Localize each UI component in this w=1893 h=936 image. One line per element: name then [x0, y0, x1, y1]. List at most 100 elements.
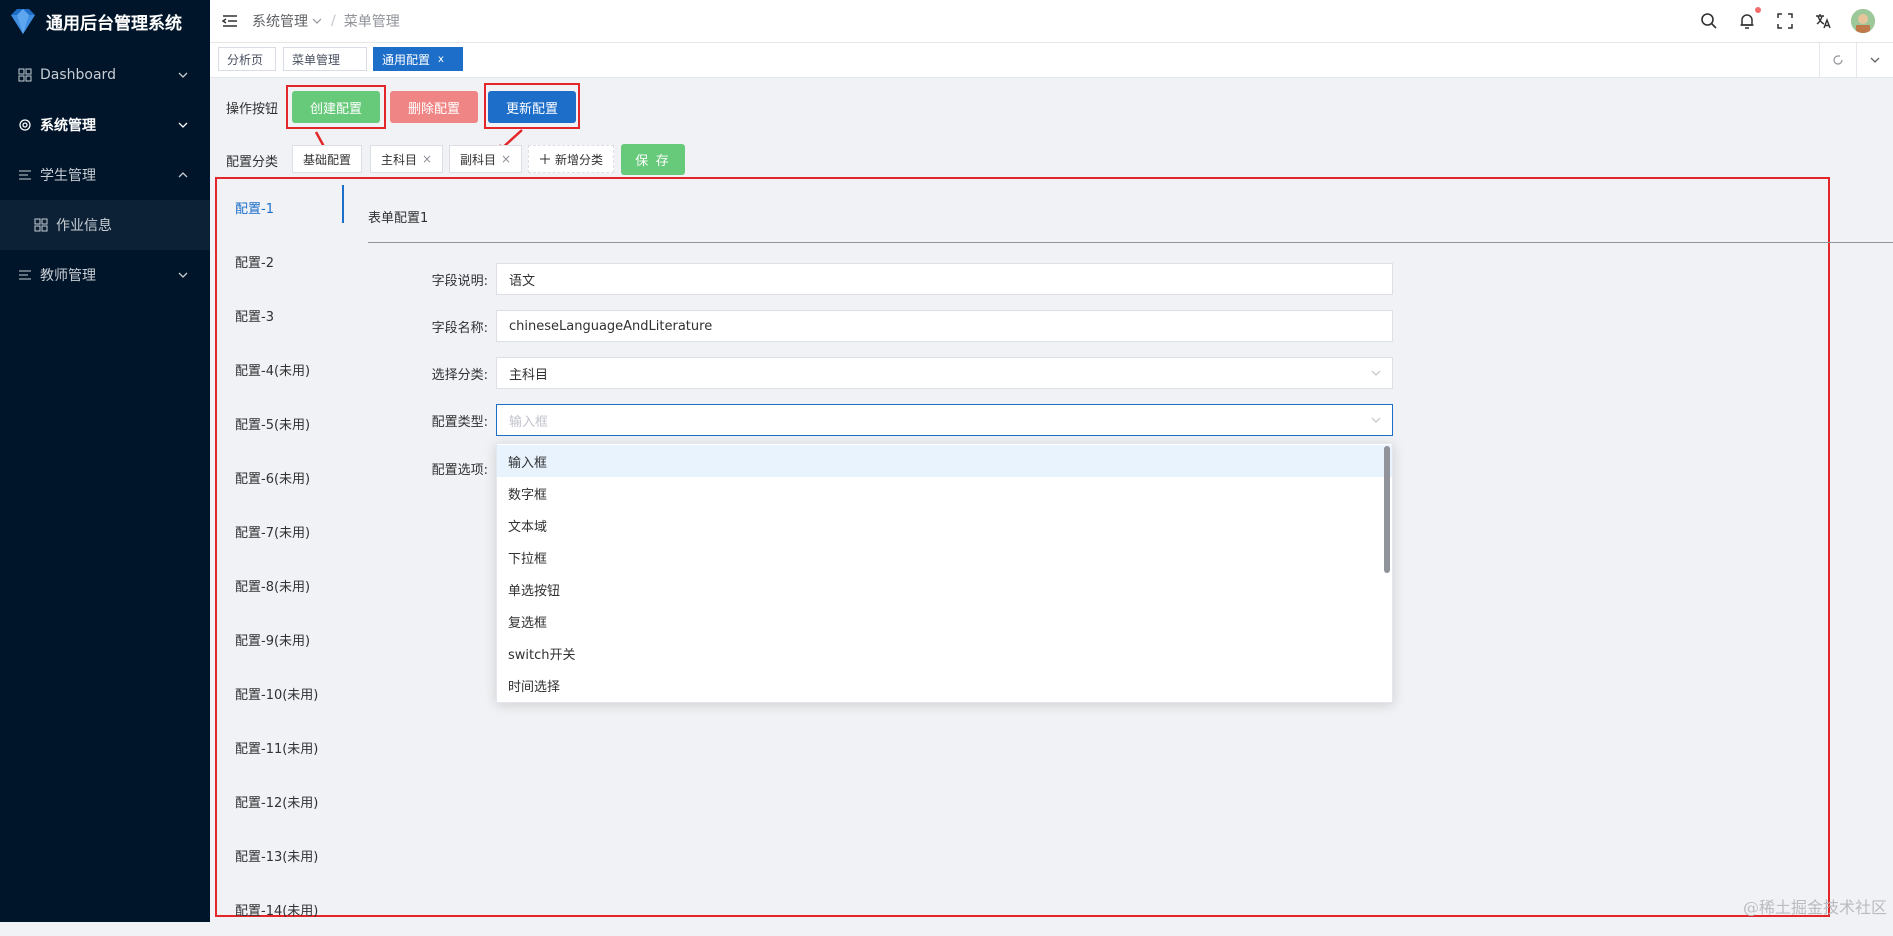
create-config-button[interactable]: 创建配置: [292, 91, 380, 123]
sidebar-item-label: 学生管理: [40, 168, 96, 184]
sidebar-menu: Dashboard 系统管理 学生管理 作业信息 教师管理: [0, 50, 210, 300]
category-select-label: 选择分类:: [431, 368, 488, 383]
refresh-button[interactable]: [1819, 43, 1856, 77]
dropdown-option[interactable]: 下拉框: [497, 541, 1392, 573]
tags-view: 分析页 菜单管理 通用配置 x: [210, 43, 1893, 78]
tag-close-icon[interactable]: x: [438, 54, 444, 65]
category-tag-minor[interactable]: 副科目 ×: [449, 145, 523, 173]
active-tab-indicator: [342, 185, 344, 223]
chevron-down-icon: [1371, 370, 1381, 376]
close-icon[interactable]: ×: [422, 152, 432, 166]
save-button[interactable]: 保 存: [621, 144, 685, 175]
update-config-button[interactable]: 更新配置: [488, 91, 576, 123]
dropdown-option[interactable]: 文本域: [497, 509, 1392, 541]
menu-fold-icon[interactable]: [220, 11, 240, 31]
translate-icon[interactable]: [1813, 11, 1833, 31]
chevron-down-icon: [312, 18, 322, 24]
category-tag-label: 基础配置: [303, 152, 352, 167]
plus-icon: [540, 154, 550, 164]
sidebar-item-label: 教师管理: [40, 268, 96, 284]
gear-icon: [16, 116, 34, 134]
list-icon: [16, 166, 34, 184]
grid-icon: [16, 66, 34, 84]
type-select[interactable]: 输入框: [496, 404, 1393, 436]
tag-label: 菜单管理: [292, 52, 341, 67]
config-tab-7[interactable]: 配置-7(未用): [220, 504, 346, 558]
sidebar-item-system[interactable]: 系统管理: [0, 100, 210, 150]
grid-icon: [32, 216, 50, 234]
field-name-input[interactable]: chineseLanguageAndLiterature: [496, 310, 1393, 342]
chevron-down-icon: [178, 272, 188, 278]
avatar[interactable]: [1851, 9, 1875, 33]
brand[interactable]: 通用后台管理系统: [0, 0, 210, 42]
dropdown-option[interactable]: 单选按钮: [497, 573, 1392, 605]
type-dropdown: 输入框 数字框 文本域 下拉框 单选按钮 复选框 switch开关 时间选择: [496, 443, 1393, 703]
sidebar-item-homework[interactable]: 作业信息: [0, 200, 210, 250]
dropdown-option[interactable]: 时间选择: [497, 669, 1392, 701]
sidebar-item-students[interactable]: 学生管理: [0, 150, 210, 200]
add-category-label: 新增分类: [555, 152, 604, 167]
sidebar-item-label: 系统管理: [40, 118, 96, 134]
dropdown-option[interactable]: 复选框: [497, 605, 1392, 637]
field-desc-input[interactable]: 语文: [496, 263, 1393, 295]
close-icon[interactable]: ×: [501, 152, 511, 166]
refresh-icon: [1833, 55, 1843, 65]
config-tab-list: 配置-1 配置-2 配置-3 配置-4(未用) 配置-5(未用) 配置-6(未用…: [220, 180, 346, 936]
chevron-down-icon: [1870, 57, 1880, 63]
add-category-button[interactable]: 新增分类: [528, 145, 615, 173]
list-icon: [16, 266, 34, 284]
notification-dot: [1755, 7, 1761, 13]
type-select-placeholder: 输入框: [509, 414, 549, 430]
tag-general-config[interactable]: 通用配置 x: [373, 47, 463, 71]
students-submenu: 作业信息: [0, 200, 210, 250]
config-tab-5[interactable]: 配置-5(未用): [220, 396, 346, 450]
sidebar: 通用后台管理系统 Dashboard 系统管理 学生管理 作业信息 教师管理: [0, 0, 210, 922]
category-select[interactable]: 主科目: [496, 357, 1393, 389]
config-tab-9[interactable]: 配置-9(未用): [220, 612, 346, 666]
dropdown-scrollbar[interactable]: [1384, 446, 1390, 573]
category-tag-label: 主科目: [381, 152, 418, 167]
header-actions: [1699, 7, 1875, 33]
tag-analysis[interactable]: 分析页: [218, 47, 276, 71]
sidebar-item-teachers[interactable]: 教师管理: [0, 250, 210, 300]
fullscreen-icon[interactable]: [1775, 11, 1795, 31]
sidebar-item-dashboard[interactable]: Dashboard: [0, 50, 210, 100]
config-tab-2[interactable]: 配置-2: [220, 234, 346, 288]
tag-menu-management[interactable]: 菜单管理: [283, 47, 367, 71]
tag-label: 通用配置: [382, 52, 431, 67]
dropdown-option[interactable]: 输入框: [497, 445, 1392, 477]
config-tab-6[interactable]: 配置-6(未用): [220, 450, 346, 504]
config-tab-3[interactable]: 配置-3: [220, 288, 346, 342]
breadcrumb-item[interactable]: 系统管理: [252, 11, 308, 31]
config-tab-4[interactable]: 配置-4(未用): [220, 342, 346, 396]
category-tag-main[interactable]: 主科目 ×: [370, 145, 444, 173]
search-icon[interactable]: [1699, 11, 1719, 31]
tags-actions: [1819, 43, 1893, 77]
watermark: @稀土掘金技术社区: [1742, 898, 1887, 917]
config-tab-10[interactable]: 配置-10(未用): [220, 666, 346, 720]
tags-dropdown-button[interactable]: [1856, 43, 1893, 77]
diamond-logo-icon: [11, 9, 35, 34]
dropdown-option[interactable]: switch开关: [497, 637, 1392, 669]
category-tag-basic[interactable]: 基础配置: [292, 145, 363, 173]
config-tab-1[interactable]: 配置-1: [220, 180, 346, 234]
config-tab-12[interactable]: 配置-12(未用): [220, 774, 346, 828]
breadcrumb: 系统管理 / 菜单管理: [252, 11, 400, 31]
config-tab-8[interactable]: 配置-8(未用): [220, 558, 346, 612]
ops-label: 操作按钮: [226, 102, 279, 117]
breadcrumb-current: 菜单管理: [343, 14, 400, 30]
dropdown-option[interactable]: 数字框: [497, 477, 1392, 509]
category-label: 配置分类: [226, 155, 279, 170]
type-select-label: 配置类型:: [431, 415, 488, 430]
sidebar-item-label: 作业信息: [56, 218, 112, 234]
chevron-down-icon: [1371, 417, 1381, 423]
brand-title: 通用后台管理系统: [46, 13, 182, 34]
chevron-up-icon: [178, 172, 188, 178]
notification-button[interactable]: [1737, 7, 1761, 31]
delete-config-button[interactable]: 删除配置: [390, 91, 478, 123]
config-tab-14[interactable]: 配置-14(未用): [220, 882, 346, 936]
config-tab-11[interactable]: 配置-11(未用): [220, 720, 346, 774]
config-tab-13[interactable]: 配置-13(未用): [220, 828, 346, 882]
field-name-value: chineseLanguageAndLiterature: [509, 318, 713, 334]
tag-label: 分析页: [227, 52, 264, 67]
